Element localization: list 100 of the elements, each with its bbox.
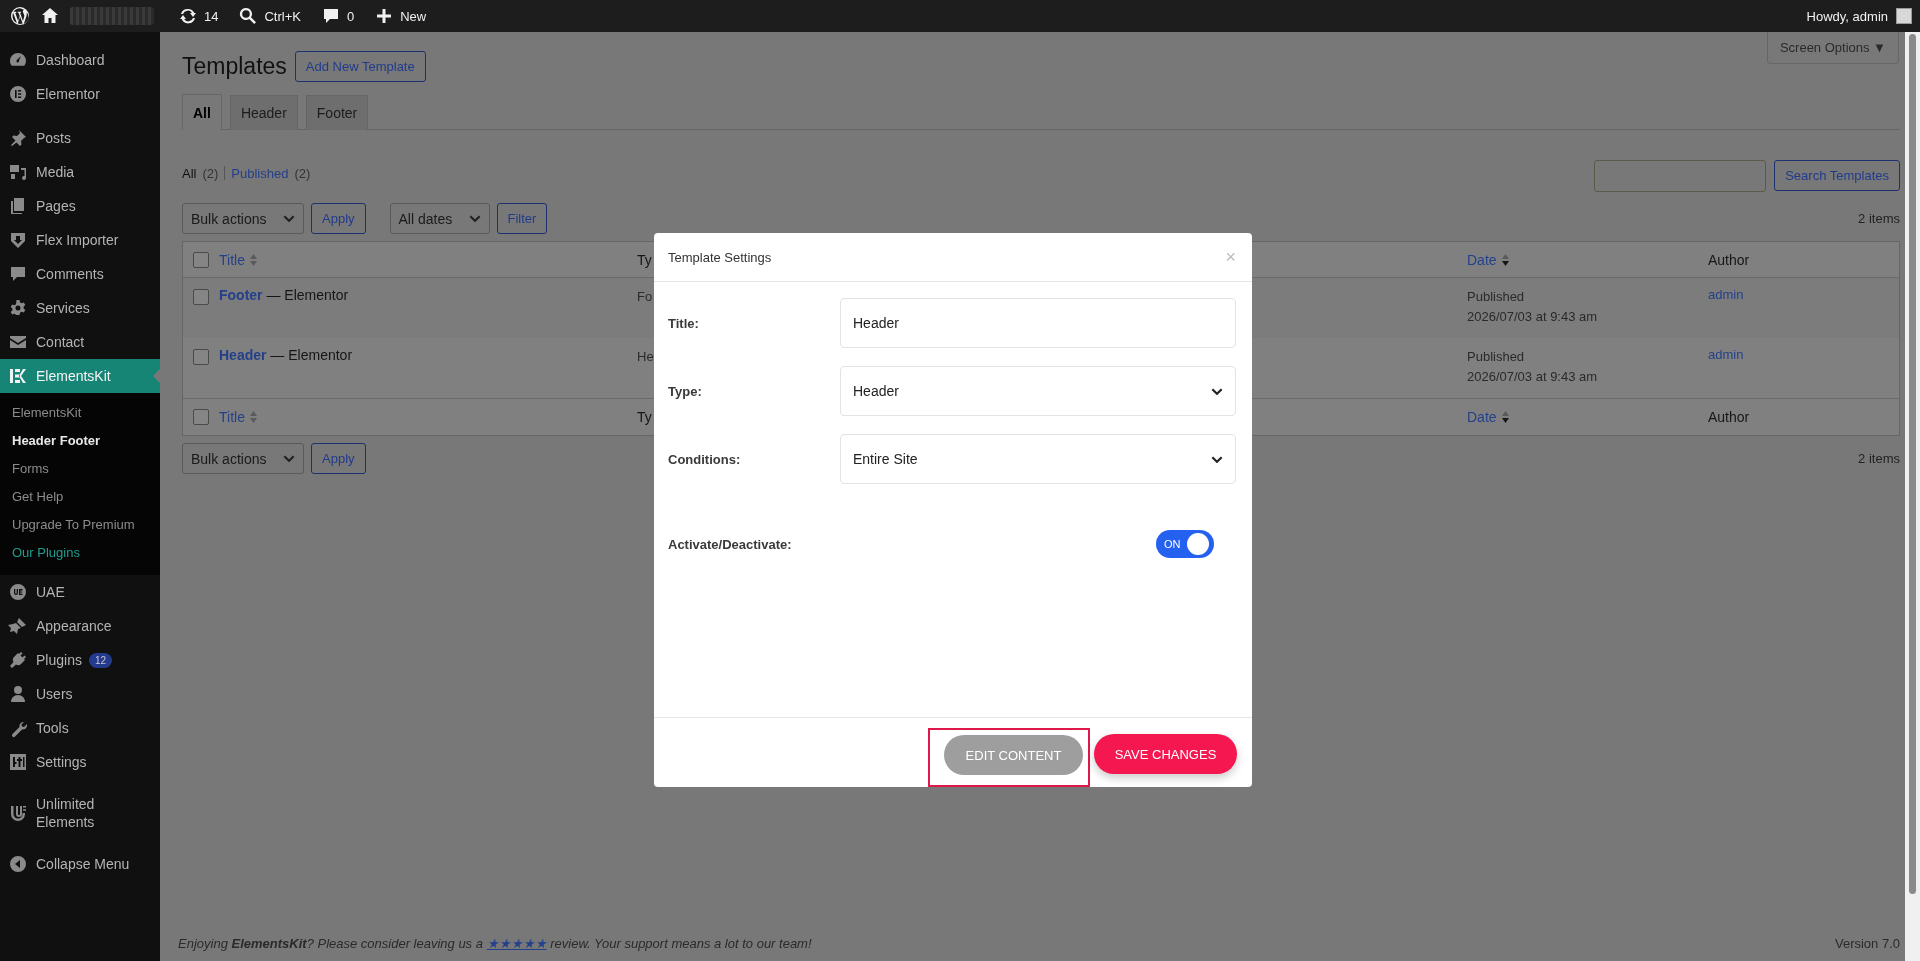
items-count: 2 items [1858,451,1900,466]
chevron-icon [1211,387,1223,395]
footer-note: Enjoying ElementsKit? Please consider leaving us a ★★★★★ review. Your support means a lot to our team! [178,935,812,951]
sidebar-item[interactable]: Posts [0,121,160,155]
comments-count[interactable]: 0 [346,8,355,24]
sidebar-item[interactable]: ElementsKit [0,359,160,393]
sidebar-item[interactable]: Elementor [0,77,160,111]
search-shortcut[interactable]: Ctrl+K [264,8,301,24]
table-cell: He [637,349,654,364]
date-filter-select[interactable]: All dates [389,203,490,234]
updates-count[interactable]: 14 [204,8,219,24]
count-badge: 12 [88,652,113,668]
speech-bubble-icon [8,264,28,284]
post-state: — Elementor [266,287,349,303]
row-checkbox[interactable] [193,289,209,305]
view-filter-link[interactable]: All [182,165,197,181]
person-icon [8,684,28,704]
tab[interactable]: Header [229,95,298,130]
submenu-item[interactable]: Get Help [0,483,160,511]
chevron-icon [468,215,481,222]
select-all-checkbox[interactable] [193,251,209,268]
field-label: Title: [668,315,700,331]
badge-icon [8,582,28,602]
sort-icon [1500,252,1510,267]
row-checkbox[interactable] [193,349,209,365]
screen-options-button[interactable]: Screen Options ▼ [1766,32,1899,64]
date-text: 2026/07/03 at 9:43 am [1467,368,1599,386]
column-header: Author [1708,409,1750,425]
version-text: Version 7.0 [1834,935,1900,951]
sort-icon [248,252,258,267]
post-state: — Elementor [270,347,353,363]
sidebar-item[interactable]: Dashboard [0,43,160,77]
sidebar-item[interactable]: Comments [0,257,160,291]
collapse-icon [8,854,28,874]
submenu-item[interactable]: ElementsKit [0,399,160,427]
collapse-menu-button[interactable]: Collapse Menu [0,847,160,881]
sidebar-item[interactable]: Users [0,677,160,711]
chevron-icon [1211,455,1223,463]
table-cell: Fo [637,289,653,304]
save-changes-button[interactable]: SAVE CHANGES [1094,734,1237,774]
column-header: Ty [637,409,652,425]
sliders-icon [8,752,28,772]
sidebar-item[interactable]: Plugins 12 [0,643,160,677]
status-text: Published [1467,348,1526,366]
sidebar-item[interactable]: Unlimited Elements [0,789,160,837]
shield-icon [8,230,28,250]
home-icon[interactable] [40,6,60,26]
greeting-link[interactable]: Howdy, admin [1806,8,1888,24]
sidebar-item[interactable]: Appearance [0,609,160,643]
avatar-icon[interactable] [1896,8,1912,24]
plug-icon [8,650,28,670]
submenu-item[interactable]: Our Plugins [0,539,160,567]
tab[interactable]: All [182,94,222,130]
refresh-icon[interactable] [178,6,198,26]
field-label: Type: [668,383,703,399]
sidebar-item[interactable]: Contact [0,325,160,359]
gear-icon [8,298,28,318]
scrollbar[interactable] [1905,32,1920,961]
page-title: Templates [182,53,287,80]
column-header: Ty [637,251,652,268]
logo-icon [8,366,28,386]
status-text: Published [1467,288,1526,306]
search-field[interactable] [1594,160,1767,192]
new-link[interactable]: New [400,8,427,24]
sidebar-item[interactable]: Pages [0,189,160,223]
field-label: Conditions: [668,451,742,467]
logo-icon [8,803,28,823]
tab[interactable]: Footer [305,95,369,130]
sort-icon [1500,410,1510,424]
submenu-item[interactable]: Upgrade To Premium [0,511,160,539]
bulk-actions-select[interactable]: Bulk actions [182,203,304,234]
column-header: Author [1708,251,1750,268]
input-field[interactable]: Header [840,298,1236,348]
search-icon[interactable] [238,6,259,26]
field-label: Activate/Deactivate: [668,536,793,552]
submenu-item[interactable]: Header Footer [0,427,160,455]
toggle-switch[interactable]: ON [1156,530,1214,558]
chevron-icon [283,215,295,222]
dialog-title: Template Settings [668,249,772,265]
sidebar-item[interactable]: Flex Importer [0,223,160,257]
sidebar-item[interactable]: Tools [0,711,160,745]
circle-logo-icon [8,84,28,104]
media-icon [8,162,28,182]
sidebar-item[interactable]: Media [0,155,160,189]
sort-icon [248,410,258,424]
sidebar-item[interactable]: Settings [0,745,160,779]
brush-icon [8,616,28,636]
wordpress-logo-icon[interactable] [10,6,30,26]
sidebar-item[interactable]: UAE [0,575,160,609]
submenu-item[interactable]: Forms [0,455,160,483]
view-count: (2) [294,165,311,181]
chevron-icon [283,455,295,462]
sidebar-item[interactable]: Services [0,291,160,325]
view-count: (2) [202,165,219,181]
items-count: 2 items [1858,211,1900,226]
date-text: 2026/07/03 at 9:43 am [1467,308,1599,326]
select-field[interactable]: Header [840,366,1236,416]
select-all-checkbox[interactable] [193,409,209,425]
bulk-actions-select[interactable]: Bulk actions [182,443,304,474]
select-field[interactable]: Entire Site [840,434,1236,484]
